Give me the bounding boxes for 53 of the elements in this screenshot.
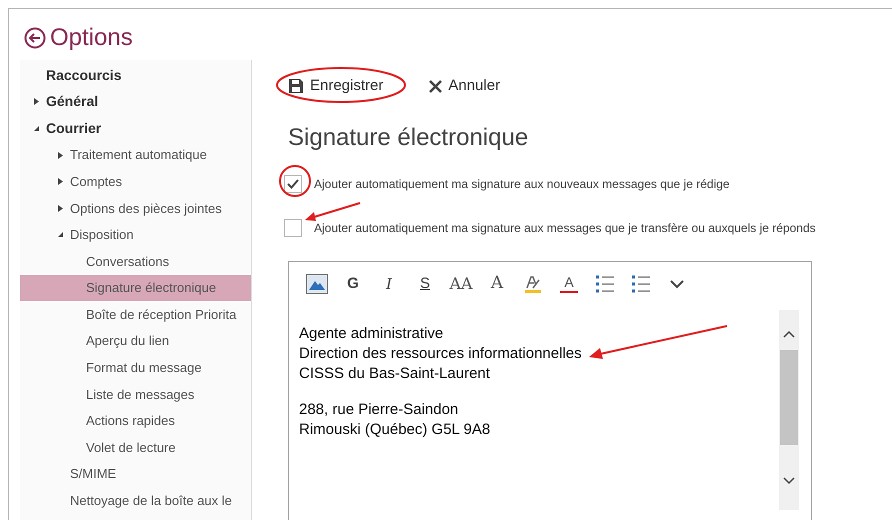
page-title: Options [50, 23, 133, 53]
signature-line: Direction des ressources informationnelles [299, 344, 582, 364]
sidebar-item[interactable]: Traitement automatique [20, 142, 251, 168]
close-icon [429, 80, 442, 92]
signature-line: Agente administrative [299, 324, 444, 344]
sidebar-item[interactable]: Boîte de réception Priorita [20, 301, 251, 328]
sidebar-item[interactable]: Disposition [20, 222, 251, 248]
sidebar-item[interactable]: Aperçu du lien [20, 328, 251, 355]
bold-button[interactable]: G [335, 272, 371, 296]
signature-line: CISSS du Bas-Saint-Laurent [299, 364, 490, 384]
checkbox[interactable] [284, 219, 302, 237]
grow-font-button[interactable]: A [479, 272, 515, 296]
annotation-circle [279, 165, 311, 197]
section-title: Signature électronique [288, 123, 530, 153]
checkbox-label: Ajouter automatiquement ma signature aux messages que je transfère ou auxquels je réponds [314, 220, 816, 237]
collapsed-triangle-icon[interactable] [57, 178, 64, 186]
scrollbar[interactable] [779, 310, 799, 510]
annotation-arrow [305, 202, 360, 221]
save-button[interactable]: Enregistrer [288, 74, 384, 98]
sidebar-item[interactable]: Options des pièces jointes [20, 194, 251, 222]
sidebar-item[interactable]: Comptes [20, 168, 251, 195]
sidebar-item[interactable]: Volet de lecture [20, 434, 251, 461]
sidebar-item[interactable]: S/MIME [20, 460, 251, 488]
picture-insert-icon[interactable] [306, 274, 328, 294]
font-size-button[interactable]: AA [443, 272, 479, 296]
font-color-button[interactable]: A [551, 272, 587, 296]
sidebar-item[interactable]: Liste de messages [20, 381, 251, 408]
chevron-down-icon[interactable] [670, 280, 684, 288]
sidebar-item[interactable]: Courrier [20, 115, 251, 142]
highlighter-icon[interactable] [523, 274, 543, 294]
sidebar-item[interactable]: Conversations [20, 248, 251, 275]
expanded-triangle-icon[interactable] [33, 124, 40, 132]
expanded-triangle-icon[interactable] [57, 231, 64, 238]
sidebar-item[interactable]: Nettoyage de la boîte aux le [20, 488, 251, 514]
check-icon [287, 179, 299, 189]
signature-editor[interactable]: G I S AA A A Agente administrative Direction des ressources informationnelles CISSS du Bas-Saint-Laurent 288, rue Pierre-Saindon Rimouski (Québec) G5L 9A8 [288, 261, 812, 520]
signature-line: Rimouski (Québec) G5L 9A8 [299, 420, 490, 440]
sidebar-item[interactable]: Actions rapides [20, 408, 251, 434]
sidebar-item[interactable]: Raccourcis [20, 62, 251, 89]
bulleted-list-icon[interactable] [595, 275, 615, 293]
cancel-button[interactable]: Annuler [429, 74, 500, 98]
signature-line: 288, rue Pierre-Saindon [299, 400, 458, 420]
collapsed-triangle-icon[interactable] [57, 152, 64, 159]
sidebar-item[interactable]: Général [20, 88, 251, 116]
collapsed-triangle-icon[interactable] [33, 98, 40, 106]
checkbox-label: Ajouter automatiquement ma signature aux nouveaux messages que je rédige [314, 176, 730, 193]
numbered-list-icon[interactable] [631, 275, 651, 293]
underline-button[interactable]: S [407, 272, 443, 296]
sidebar-item[interactable]: Format du message [20, 354, 251, 382]
sidebar-item[interactable]: Signature électronique [20, 274, 251, 302]
checkbox[interactable] [284, 175, 302, 193]
collapsed-triangle-icon[interactable] [57, 204, 64, 212]
italic-button[interactable]: I [371, 272, 407, 296]
